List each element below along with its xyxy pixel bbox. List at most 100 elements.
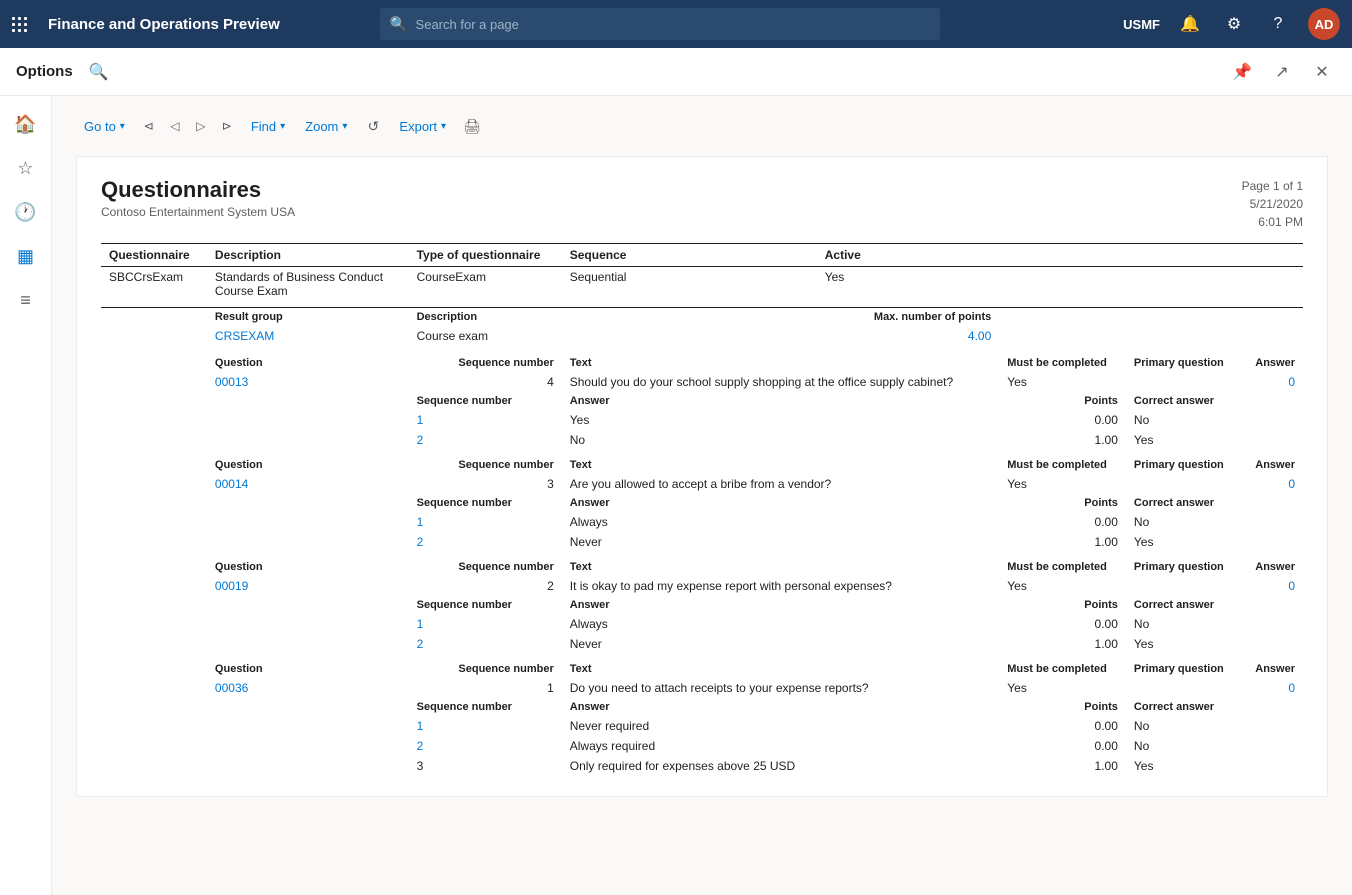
q1-text: Should you do your school supply shoppin… [562,372,1000,392]
page-options-title: Options [16,63,73,80]
goto-button[interactable]: Go to ▾ [76,115,133,138]
nav-grid-button[interactable] [12,17,32,32]
app-layout: 🏠 ☆ 🕐 ▦ ≡ Go to ▾ ⊲ ◁ ▷ ⊳ Find ▾ Zoom [0,96,1352,895]
q3-answer-1: 1 Always 0.00 No [101,614,1303,634]
q4-answer-3: 3 Only required for expenses above 25 US… [101,756,1303,776]
q2-primary [1126,474,1242,494]
col-questionnaire: Questionnaire [101,244,207,267]
rg-max-pts: 4.00 [562,326,1000,346]
sidebar: 🏠 ☆ 🕐 ▦ ≡ [0,96,52,895]
col-description: Description [207,244,409,267]
top-nav-right: USMF 🔔 ⚙ ? AD [1123,8,1340,40]
report-header: Questionnaires Contoso Entertainment Sys… [101,177,1303,231]
user-avatar[interactable]: AD [1308,8,1340,40]
q2-answer-header-row: Sequence number Answer Points Correct an… [101,494,1303,512]
q1-answer: 0 [1242,372,1303,392]
second-bar: Options 🔍 📌 ↗ ✕ [0,48,1352,96]
find-chevron-icon: ▾ [280,121,285,132]
report-date: 5/21/2020 [1242,195,1303,213]
q4-primary [1126,678,1242,698]
top-nav: Finance and Operations Preview 🔍 USMF 🔔 … [0,0,1352,48]
q4-seq: 1 [409,678,562,698]
zoom-button[interactable]: Zoom ▾ [297,115,355,138]
rg-header-desc: Description [409,308,562,327]
sidebar-item-modules[interactable]: ≡ [6,280,46,320]
q1-answer-2: 2 No 1.00 Yes [101,430,1303,450]
app-title: Finance and Operations Preview [48,16,280,33]
report-subtitle: Contoso Entertainment System USA [101,205,295,219]
q2-answer-1: 1 Always 0.00 No [101,512,1303,532]
q4-text: Do you need to attach receipts to your e… [562,678,1000,698]
first-page-button[interactable]: ⊲ [137,114,161,138]
report-area: Questionnaires Contoso Entertainment Sys… [76,156,1328,797]
report-toolbar: Go to ▾ ⊲ ◁ ▷ ⊳ Find ▾ Zoom ▾ ↺ Export ▾ [76,112,1328,140]
nav-arrows: ⊲ ◁ ▷ ⊳ [137,114,239,138]
questionnaire-active: Yes [817,267,1000,302]
rg-header-result: Result group [207,308,409,327]
q4-id: 00036 [207,678,409,698]
result-group-row: CRSEXAM Course exam 4.00 [101,326,1303,346]
report-table: Questionnaire Description Type of questi… [101,243,1303,776]
q3-must-complete: Yes [999,576,1126,596]
notifications-icon[interactable]: 🔔 [1176,10,1204,38]
rg-id: CRSEXAM [207,326,409,346]
q3-header-row: Question Sequence number Text Must be co… [101,558,1303,576]
question-row-00014: 00014 3 Are you allowed to accept a brib… [101,474,1303,494]
q1-answer-header-row: Sequence number Answer Points Correct an… [101,392,1303,410]
q2-answer: 0 [1242,474,1303,494]
q2-answer-2: 2 Never 1.00 Yes [101,532,1303,552]
sidebar-item-favorites[interactable]: ☆ [6,148,46,188]
sidebar-item-recent[interactable]: 🕐 [6,192,46,232]
q3-answer: 0 [1242,576,1303,596]
sidebar-item-workspaces[interactable]: ▦ [6,236,46,276]
close-icon[interactable]: ✕ [1308,58,1336,86]
popout-icon[interactable]: ↗ [1268,58,1296,86]
options-search-icon[interactable]: 🔍 [89,62,109,82]
export-button[interactable]: Export ▾ [391,115,454,138]
q2-text: Are you allowed to accept a bribe from a… [562,474,1000,494]
zoom-chevron-icon: ▾ [342,121,347,132]
refresh-button[interactable]: ↺ [359,112,387,140]
rg-header-id [101,308,207,327]
company-label: USMF [1123,17,1160,32]
prev-page-button[interactable]: ◁ [163,114,187,138]
find-button[interactable]: Find ▾ [243,115,293,138]
question-header-row: Question Sequence number Text Must be co… [101,354,1303,372]
settings-icon[interactable]: ⚙ [1220,10,1248,38]
col-sequence: Sequence [562,244,817,267]
q4-answer-1: 1 Never required 0.00 No [101,716,1303,736]
main-content: Go to ▾ ⊲ ◁ ▷ ⊳ Find ▾ Zoom ▾ ↺ Export ▾ [52,96,1352,895]
question-row-00013: 00013 4 Should you do your school supply… [101,372,1303,392]
goto-chevron-icon: ▾ [120,121,125,132]
last-page-button[interactable]: ⊳ [215,114,239,138]
question-row-00019: 00019 2 It is okay to pad my expense rep… [101,576,1303,596]
questionnaire-sequence: Sequential [562,267,817,302]
table-header-row: Questionnaire Description Type of questi… [101,244,1303,267]
col-active: Active [817,244,1000,267]
report-time: 6:01 PM [1242,213,1303,231]
spacer-row [101,346,1303,354]
q3-text: It is okay to pad my expense report with… [562,576,1000,596]
q1-primary [1126,372,1242,392]
print-button[interactable]: 🖨 [458,112,486,140]
q4-must-complete: Yes [999,678,1126,698]
sidebar-item-home[interactable]: 🏠 [6,104,46,144]
col-empty2 [1126,244,1242,267]
q4-answer: 0 [1242,678,1303,698]
questionnaire-id: SBCCrsExam [101,267,207,302]
help-icon[interactable]: ? [1264,10,1292,38]
questionnaire-desc: Standards of Business Conduct Course Exa… [207,267,409,302]
q3-answer-2: 2 Never 1.00 Yes [101,634,1303,654]
search-input[interactable] [380,8,940,40]
col-empty1 [999,244,1126,267]
questionnaire-type: CourseExam [409,267,562,302]
export-chevron-icon: ▾ [441,121,446,132]
search-icon: 🔍 [390,16,407,33]
next-page-button[interactable]: ▷ [189,114,213,138]
result-group-header-row: Result group Description Max. number of … [101,308,1303,327]
q1-id: 00013 [207,372,409,392]
pin-icon[interactable]: 📌 [1228,58,1256,86]
questionnaire-row: SBCCrsExam Standards of Business Conduct… [101,267,1303,302]
rg-desc: Course exam [409,326,562,346]
report-meta: Page 1 of 1 5/21/2020 6:01 PM [1242,177,1303,231]
